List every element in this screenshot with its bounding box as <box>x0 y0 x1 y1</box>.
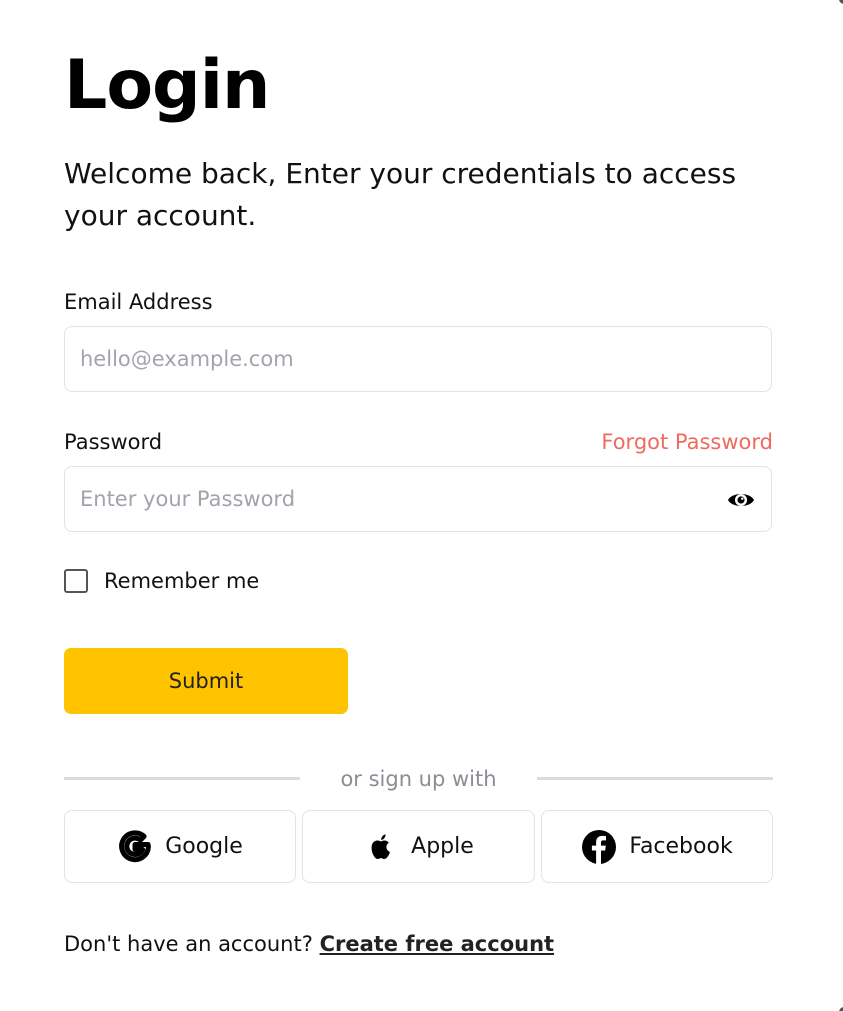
password-label: Password <box>64 430 163 454</box>
signup-prompt: Don't have an account? Create free accou… <box>64 930 554 958</box>
password-field-container <box>64 466 772 532</box>
email-label: Email Address <box>64 290 213 314</box>
create-account-link[interactable]: Create free account <box>320 932 555 956</box>
email-field-container <box>64 326 772 392</box>
window-corner <box>839 1007 843 1011</box>
login-page: Login Welcome back, Enter your credentia… <box>0 0 843 1011</box>
divider-line-right <box>537 777 773 780</box>
facebook-icon <box>582 829 617 864</box>
google-icon <box>119 829 152 862</box>
divider-line-left <box>64 777 300 780</box>
apple-button[interactable]: Apple <box>302 810 535 883</box>
remember-checkbox[interactable] <box>64 569 88 593</box>
forgot-password-link[interactable]: Forgot Password <box>601 429 773 455</box>
remember-me[interactable]: Remember me <box>64 567 259 595</box>
email-field[interactable] <box>80 327 700 391</box>
facebook-label: Facebook <box>629 834 733 859</box>
apple-label: Apple <box>411 834 474 859</box>
apple-icon <box>371 833 391 859</box>
submit-button[interactable]: Submit <box>64 648 348 714</box>
password-field[interactable] <box>80 467 700 531</box>
eye-icon[interactable] <box>727 489 755 511</box>
window-corner <box>839 0 843 4</box>
remember-label: Remember me <box>104 569 260 593</box>
facebook-button[interactable]: Facebook <box>541 810 773 883</box>
google-button[interactable]: Google <box>64 810 296 883</box>
page-title: Login <box>64 46 270 125</box>
google-label: Google <box>165 834 243 859</box>
divider-text: or sign up with <box>340 767 497 791</box>
page-subtitle: Welcome back, Enter your credentials to … <box>64 157 737 232</box>
signup-prompt-text: Don't have an account? <box>64 932 313 956</box>
